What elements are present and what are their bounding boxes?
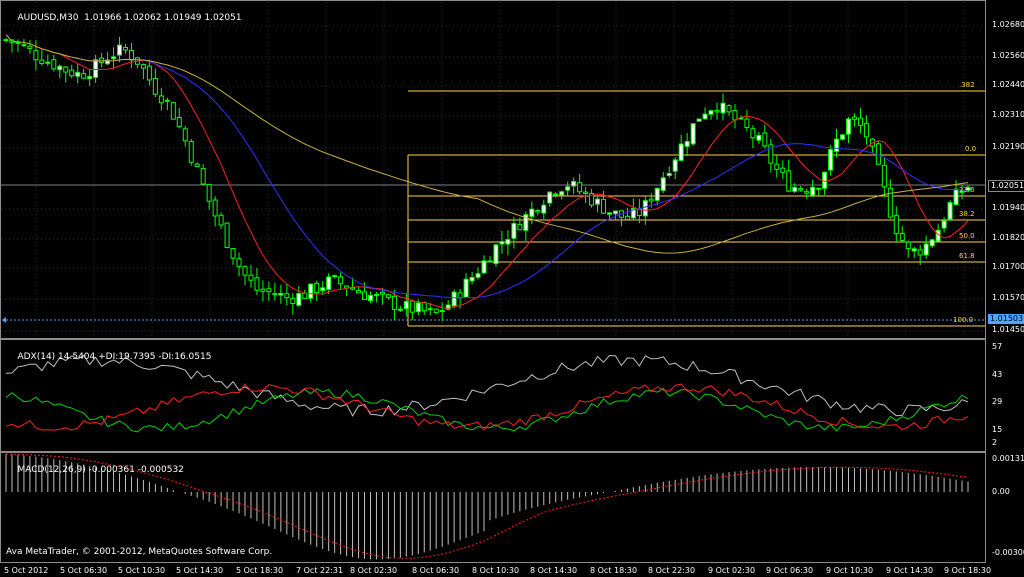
time-axis-label: 9 Oct 18:30 bbox=[944, 566, 992, 575]
time-axis-label: 5 Oct 14:30 bbox=[176, 566, 224, 575]
trading-terminal: AUDUSD,M30 1.01966 1.02062 1.01949 1.020… bbox=[0, 0, 1024, 577]
time-axis-label: 5 Oct 2012 bbox=[4, 566, 49, 575]
time-axis-label: 7 Oct 22:31 bbox=[296, 566, 344, 575]
time-axis-label: 5 Oct 06:30 bbox=[60, 566, 108, 575]
macd-values-text: MACD(12,26,9) -0.000361 -0.000532 bbox=[17, 465, 184, 475]
macd-axis-label: -0.00300 bbox=[992, 548, 1024, 557]
time-axis-label: 8 Oct 18:30 bbox=[590, 566, 638, 575]
time-axis-label: 9 Oct 06:30 bbox=[766, 566, 814, 575]
time-axis-label: 8 Oct 22:30 bbox=[648, 566, 696, 575]
time-axis-label: 8 Oct 06:30 bbox=[412, 566, 460, 575]
copyright-text: Ava MetaTrader, © 2001-2012, MetaQuotes … bbox=[6, 547, 273, 557]
time-axis-label: 9 Oct 10:30 bbox=[826, 566, 874, 575]
time-axis-label: 8 Oct 10:30 bbox=[472, 566, 520, 575]
macd-axis-label: 0.00131 bbox=[992, 454, 1024, 463]
time-axis-label: 5 Oct 10:30 bbox=[118, 566, 166, 575]
time-axis-label: 9 Oct 02:30 bbox=[708, 566, 756, 575]
time-axis-label: 9 Oct 14:30 bbox=[886, 566, 934, 575]
time-axis-label: 5 Oct 18:30 bbox=[236, 566, 284, 575]
macd-indicator bbox=[5, 453, 969, 560]
macd-info: MACD(12,26,9) -0.000361 -0.000532 bbox=[6, 455, 187, 485]
time-axis-label: 8 Oct 02:30 bbox=[350, 566, 398, 575]
macd-axis-label: 0.00 bbox=[992, 487, 1010, 496]
time-axis-label: 8 Oct 14:30 bbox=[530, 566, 578, 575]
